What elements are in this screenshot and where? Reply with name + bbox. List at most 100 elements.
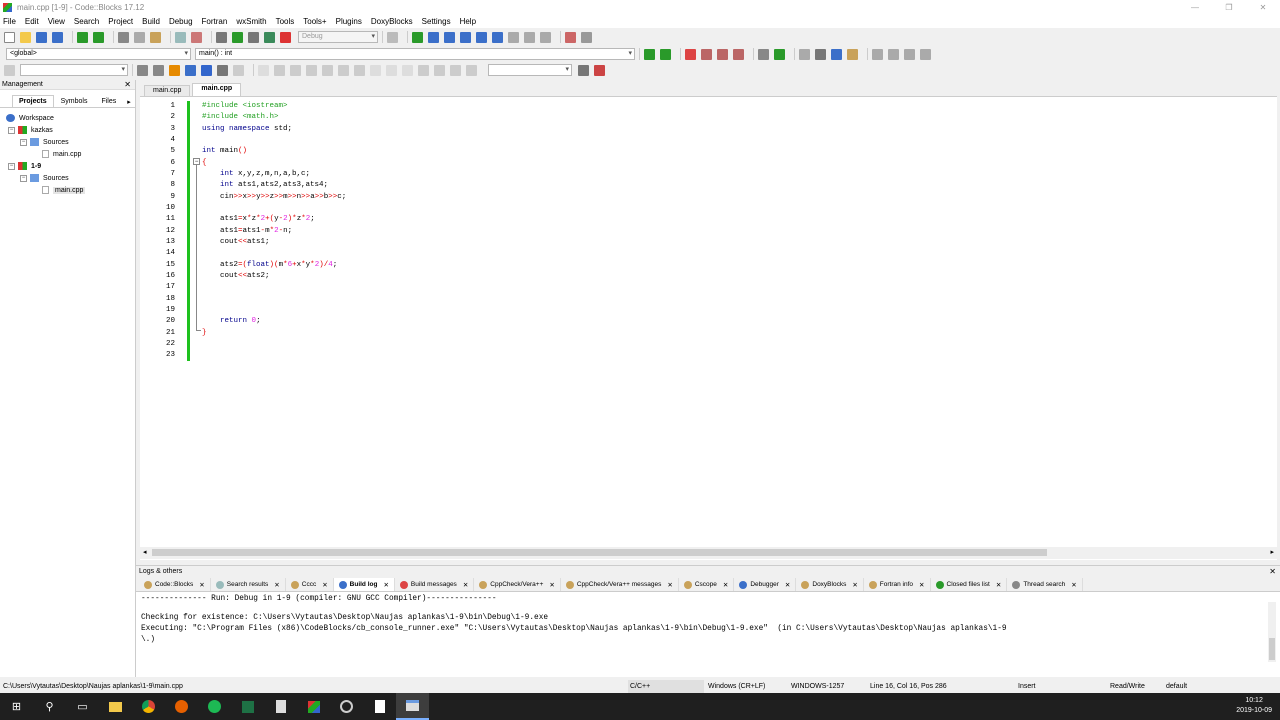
menu-debug[interactable]: Debug [169,17,193,26]
collapse-icon[interactable]: − [8,162,15,170]
menu-search[interactable]: Search [74,17,99,26]
open-folder-icon[interactable] [20,31,31,43]
close-tab-icon[interactable]: ✕ [723,581,728,589]
select-icon[interactable] [233,64,244,76]
next-line-icon[interactable] [444,31,455,43]
goto-prev-icon[interactable] [888,48,899,60]
close-tab-icon[interactable]: ✕ [383,581,388,589]
run-to-cursor-icon[interactable] [428,31,439,43]
tab-cppcheck-messages[interactable]: CppCheck/Vera++ messages ✕ [561,578,679,591]
scroll-right-icon[interactable]: ▸ [1270,548,1274,556]
comment-icon[interactable] [799,48,810,60]
system-clock[interactable]: 10:12 2019-10-09 [1236,696,1272,716]
regex-icon[interactable] [217,64,228,76]
tab-build-log[interactable]: Build log ✕ [333,578,395,591]
calculator-icon[interactable] [264,693,297,720]
menu-wxsmith[interactable]: wxSmith [236,17,266,26]
firefox-icon[interactable] [165,693,198,720]
zoom-in-icon[interactable] [418,64,429,76]
menu-help[interactable]: Help [460,17,476,26]
close-tab-icon[interactable]: ✕ [274,581,279,589]
debug-continue-icon[interactable] [412,31,423,43]
minimize-button[interactable]: — [1178,0,1212,15]
chrome-icon[interactable] [132,693,165,720]
tab-debugger[interactable]: Debugger ✕ [734,578,797,591]
notepad-icon[interactable] [363,693,396,720]
tree-sources-1-9[interactable]: − Sources [0,172,135,184]
save-icon[interactable] [36,31,47,43]
find-icon[interactable] [175,31,186,43]
menu-tools-plus[interactable]: Tools+ [303,17,326,26]
tree-project-kazkas[interactable]: − kazkas [0,124,135,136]
scrollbar-thumb[interactable] [152,549,1047,556]
paste-icon[interactable] [150,31,161,43]
close-tab-icon[interactable]: ✕ [199,581,204,589]
tree-workspace[interactable]: Workspace [0,112,135,124]
run-icon[interactable] [232,31,243,43]
align-b-icon[interactable] [322,64,333,76]
tab-files[interactable]: Files [94,95,123,107]
spotify-icon[interactable] [198,693,231,720]
prev-bookmark-icon[interactable] [701,48,712,60]
editor-tab-main-kazkas[interactable]: main.cpp [144,85,191,96]
close-tab-icon[interactable]: ✕ [852,581,857,589]
goto-next-icon[interactable] [920,48,931,60]
tab-cscope[interactable]: Cscope ✕ [679,578,735,591]
steam-icon[interactable] [330,693,363,720]
save-all-icon[interactable] [52,31,63,43]
console-window-icon[interactable] [396,693,429,720]
prev-change-icon[interactable] [758,48,769,60]
close-tab-icon[interactable]: ✕ [919,581,924,589]
scope-select[interactable]: <global> [6,48,191,60]
new-file-icon[interactable] [4,31,15,43]
search-text-combo[interactable] [20,64,128,76]
function-select[interactable]: main() : int [195,48,635,60]
tree-sources-kazkas[interactable]: − Sources [0,136,135,148]
undo-icon[interactable] [77,31,88,43]
step-out-icon[interactable] [476,31,487,43]
editor-tab-main-1-9[interactable]: main.cpp [192,83,242,96]
shape-c-icon[interactable] [402,64,413,76]
tab-fortran-info[interactable]: Fortran info ✕ [864,578,931,591]
rebuild-icon[interactable] [264,31,275,43]
close-tab-icon[interactable]: ✕ [322,581,327,589]
align-right-icon[interactable] [290,64,301,76]
block-icon[interactable] [258,64,269,76]
step-into-icon[interactable] [460,31,471,43]
close-tab-icon[interactable]: ✕ [463,581,468,589]
tree-project-1-9[interactable]: −1-9 [0,160,135,172]
tree-file-1-9-main[interactable]: main.cpp [0,184,135,196]
menu-file[interactable]: File [3,17,16,26]
menu-tools[interactable]: Tools [276,17,295,26]
build-target-select[interactable]: Debug [298,31,378,43]
dollar-icon[interactable] [450,64,461,76]
next-change-icon[interactable] [774,48,785,60]
close-tab-icon[interactable]: ✕ [785,581,790,589]
align-a-icon[interactable] [306,64,317,76]
collapse-icon[interactable]: − [20,174,27,182]
toggle-bookmark-icon[interactable] [685,48,696,60]
toggle-comment-icon[interactable] [831,48,842,60]
collapse-icon[interactable]: − [8,126,15,134]
menu-doxyblocks[interactable]: DoxyBlocks [371,17,413,26]
excel-icon[interactable] [231,693,264,720]
tab-cppcheck[interactable]: CppCheck/Vera++ ✕ [474,578,561,591]
source-code[interactable]: #include <iostream> #include <math.h> usin… [202,101,346,362]
search-back-icon[interactable] [137,64,148,76]
tree-file-kazkas-main[interactable]: main.cpp [0,148,135,160]
symbol-combo[interactable] [488,64,572,76]
clear-bookmarks-icon[interactable] [733,48,744,60]
align-left-icon[interactable] [274,64,285,76]
close-tab-icon[interactable]: ✕ [1071,581,1076,589]
menu-plugins[interactable]: Plugins [336,17,362,26]
search-forward-icon[interactable] [153,64,164,76]
selected-text-icon[interactable] [185,64,196,76]
build-run-icon[interactable] [248,31,259,43]
copy-icon[interactable] [134,31,145,43]
align-d-icon[interactable] [354,64,365,76]
wrench-icon[interactable] [872,48,883,60]
fold-marker-icon[interactable]: − [193,158,200,165]
file-explorer-icon[interactable] [99,693,132,720]
cut-icon[interactable] [118,31,129,43]
tab-closed-files[interactable]: Closed files list ✕ [931,578,1008,591]
